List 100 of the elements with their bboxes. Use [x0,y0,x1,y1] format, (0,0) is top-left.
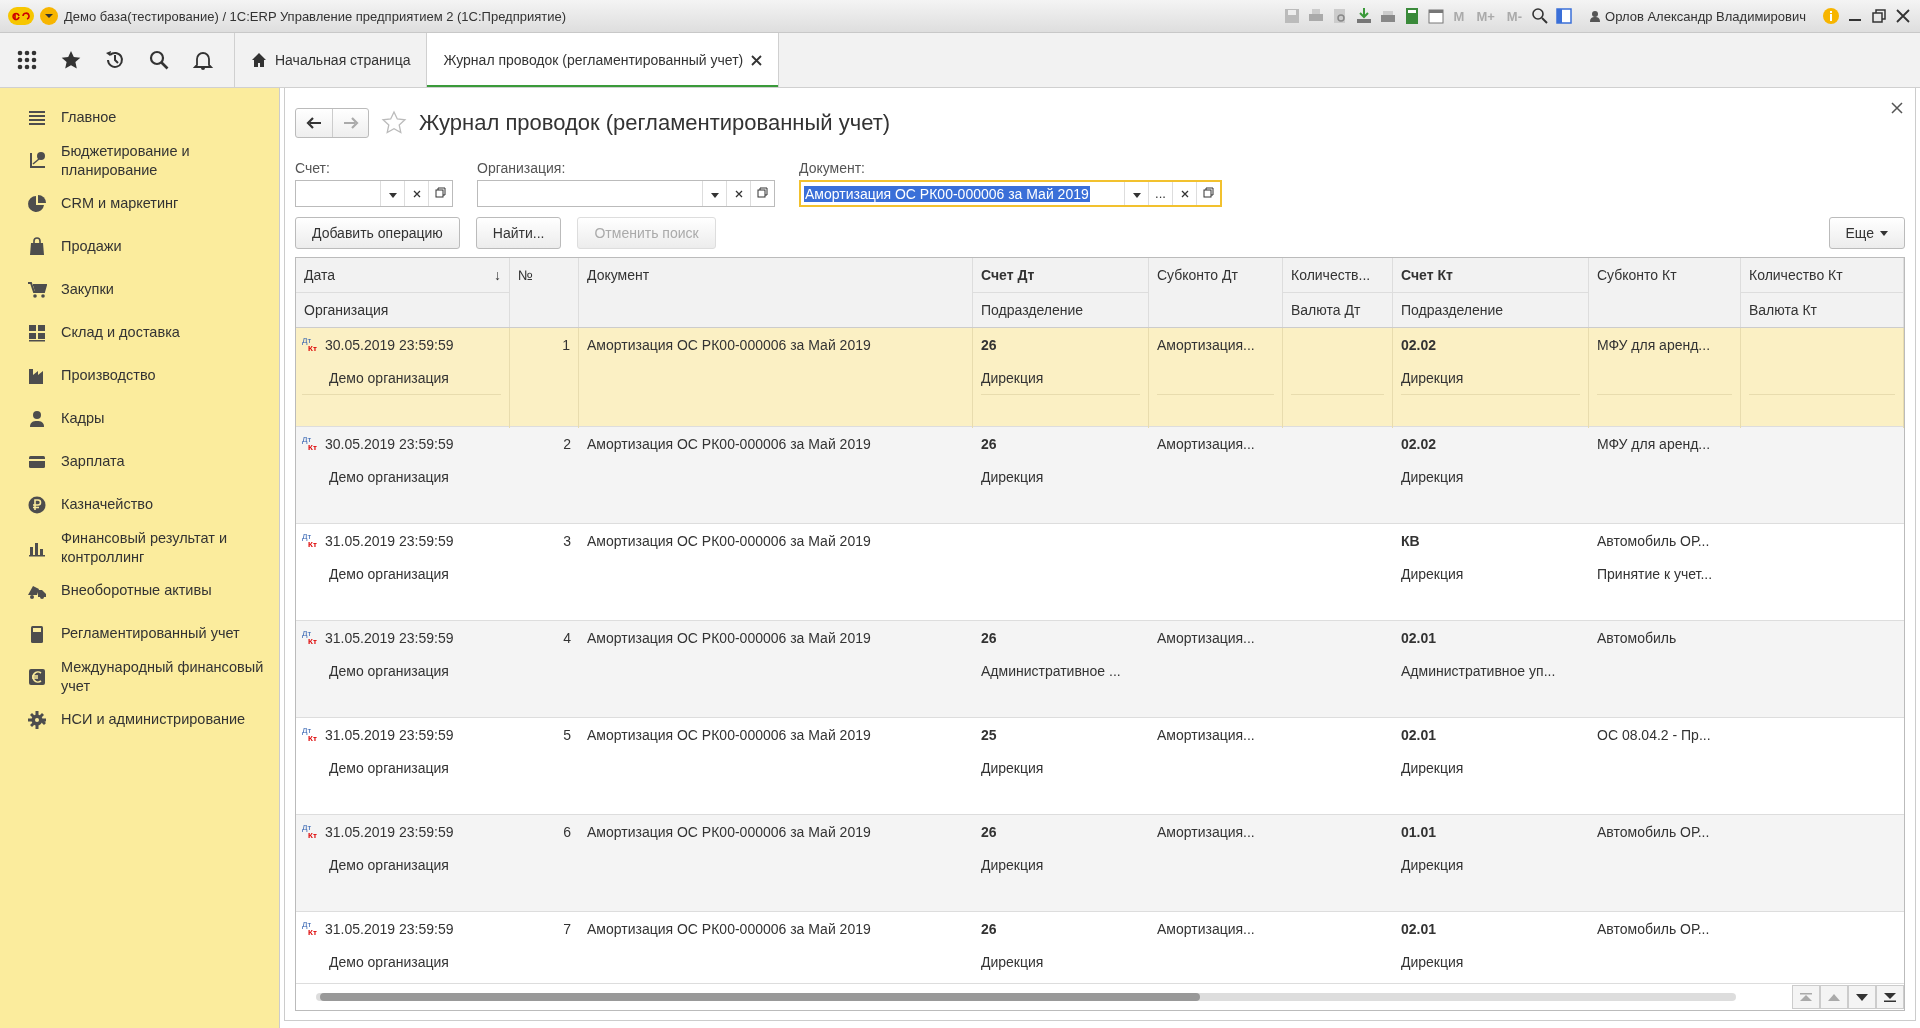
star-icon[interactable] [60,49,82,71]
table-cell: 31.05.2019 23:59:59 [325,920,454,937]
menu-dropdown-icon[interactable] [40,7,58,25]
pie-chart-icon [27,193,47,214]
apps-grid-icon[interactable] [16,49,38,71]
sidebar-item[interactable]: Бюджетирование и планирование [0,139,279,182]
action-button[interactable]: Добавить операцию [295,217,460,249]
table-cell-text: Амортизация ОС РК00-000006 за Май 2019 [587,434,872,454]
table-cell-text: Амортизация ОС РК00-000006 за Май 2019 [587,822,872,842]
caret-icon [1132,193,1141,198]
column-header[interactable]: Счет Кт [1393,258,1588,292]
column-header[interactable]: Количество Кт [1741,258,1903,292]
column-header[interactable]: Валюта Дт [1283,292,1392,327]
sidebar-item[interactable]: Регламентированный учет [0,612,279,655]
table-cell-text: 26 [981,335,998,355]
sidebar-item[interactable]: Производство [0,354,279,397]
table-cell-text: Амортизация... [1157,335,1256,355]
table-cell-text: 02.01 [1401,628,1438,648]
table-cell-text: 1 [562,335,570,355]
table-cell-text: 4 [563,628,571,648]
bell-icon[interactable] [192,49,214,71]
caret-icon [1880,230,1888,236]
column-header[interactable]: Организация [296,292,509,327]
gear-icon [27,709,47,730]
sidebar-item[interactable]: Международный финансовый учет [0,655,279,698]
arrow-left-icon [306,117,322,129]
history-icon[interactable] [104,49,126,71]
restore-icon[interactable] [1870,7,1888,25]
copy-icon [435,187,446,198]
table-cell: 30.05.2019 23:59:59 [325,435,454,452]
triangle-down-icon [1856,993,1868,1001]
sidebar-item[interactable]: CRM и маркетинг [0,182,279,225]
close-icon[interactable] [1894,7,1912,25]
table-cell-text: Дирекция [1401,758,1465,778]
sidebar-item[interactable]: Зарплата [0,440,279,483]
table-cell-text: 6 [563,822,571,842]
table-cell-text: Амортизация ОС РК00-000006 за Май 2019 [587,335,872,355]
field-label: Документ: [799,160,866,176]
table-cell-text: МФУ для аренд... [1597,434,1712,454]
table-cell-text: 3 [563,531,571,551]
horizontal-scrollbar[interactable] [316,993,1736,1001]
form-title: Журнал проводок (регламентированный учет) [419,110,891,136]
star-icon[interactable] [381,110,407,136]
table-row[interactable]: Дт Кт 30.05.2019 23:59:59 Демо организация 2 Амортизация ОС РК00-000006 за Май 2019 26 Дирекция Амортизация... 02.02 Дирекция МФУ для аренд... [296,427,1904,524]
column-header[interactable]: Подразделение [1393,292,1588,327]
table-cell-text: Демо организация [328,758,450,778]
table-cell-text: 02.01 [1401,725,1438,745]
user-name[interactable]: Орлов Александр Владимирович [1579,8,1816,24]
table-cell-text: 26 [981,434,998,454]
scroll-down-button[interactable] [1848,985,1876,1009]
table-row[interactable]: Дт Кт 30.05.2019 23:59:59 Демо организация 1 Амортизация ОС РК00-000006 за Май 2019 26 Дирекция Амортизация... 02.02 Дирекция МФУ для аренд... [296,328,1904,427]
column-header[interactable]: Счет Дт [973,258,1148,292]
table-cell-text: Автомобиль ОР... [1597,919,1711,939]
tab[interactable]: Журнал проводок (регламентированный учет) [427,33,780,87]
triangle-up-icon [1828,993,1840,1001]
input-field[interactable]: Амортизация ОС РК00-000006 за Май 2019 ... [799,180,1222,207]
panel-icon[interactable] [1555,7,1574,25]
sidebar-item[interactable]: Финансовый результат и контроллинг [0,526,279,569]
table-cell-text: 02.02 [1401,335,1438,355]
table-cell-text: Автомобиль ОР... [1597,531,1711,551]
sidebar-item[interactable]: Главное [0,96,279,139]
sidebar-item[interactable]: Кадры [0,397,279,440]
table-cell-text: 26 [981,919,998,939]
sidebar-item[interactable]: Внеоборотные активы [0,569,279,612]
action-button[interactable]: Найти... [475,217,562,249]
choose-button[interactable]: ... [1148,182,1172,205]
close-icon[interactable] [751,54,763,66]
column-header[interactable]: Субконто Дт [1149,258,1282,292]
entry-type-icon: Дт Кт [302,435,319,452]
column-header[interactable]: Подразделение [973,292,1148,327]
caret-icon [710,193,719,198]
close-icon[interactable] [1891,102,1903,114]
sidebar-item[interactable]: Закупки [0,268,279,311]
table-row[interactable]: Дт Кт 31.05.2019 23:59:59 Демо организация 4 Амортизация ОС РК00-000006 за Май 2019 26 Административное ... Амортизация... 02.01 Административное уп... Автомобиль [296,621,1904,718]
close-icon [412,190,421,198]
column-header[interactable]: Количеств... [1283,258,1392,292]
column-header[interactable]: Дата ↓ [296,258,509,292]
grid-icon [27,322,47,343]
calendar-icon[interactable] [1426,7,1445,25]
euro-icon [27,666,47,687]
column-header[interactable]: Документ [579,258,972,292]
column-header[interactable]: Субконто Кт [1589,258,1740,292]
more-button[interactable]: Еще [1828,217,1905,249]
table-cell-text: Принятие к учет... [1597,564,1714,584]
search-icon[interactable] [148,49,170,71]
entry-type-icon: Дт Кт [302,823,319,840]
zoom-icon[interactable] [1531,7,1550,25]
sidebar-item[interactable]: Продажи [0,225,279,268]
sidebar-item[interactable]: НСИ и администрирование [0,698,279,741]
table-cell-text: Демо организация [328,952,450,972]
input-field[interactable] [295,180,453,207]
column-header[interactable]: Валюта Кт [1741,292,1903,327]
scroll-bottom-button[interactable] [1876,985,1904,1009]
table-row[interactable]: Дт Кт 31.05.2019 23:59:59 Демо организация 6 Амортизация ОС РК00-000006 за Май 2019 26 Дирекция Амортизация... 01.01 Дирекция Автомобиль ОР... [296,815,1904,912]
input-field[interactable] [477,180,775,207]
sidebar-item[interactable]: Казначейство [0,483,279,526]
column-header[interactable]: № [510,258,578,292]
close-icon [1180,190,1189,198]
sidebar-item[interactable]: Склад и доставка [0,311,279,354]
download-icon[interactable] [1354,7,1373,25]
